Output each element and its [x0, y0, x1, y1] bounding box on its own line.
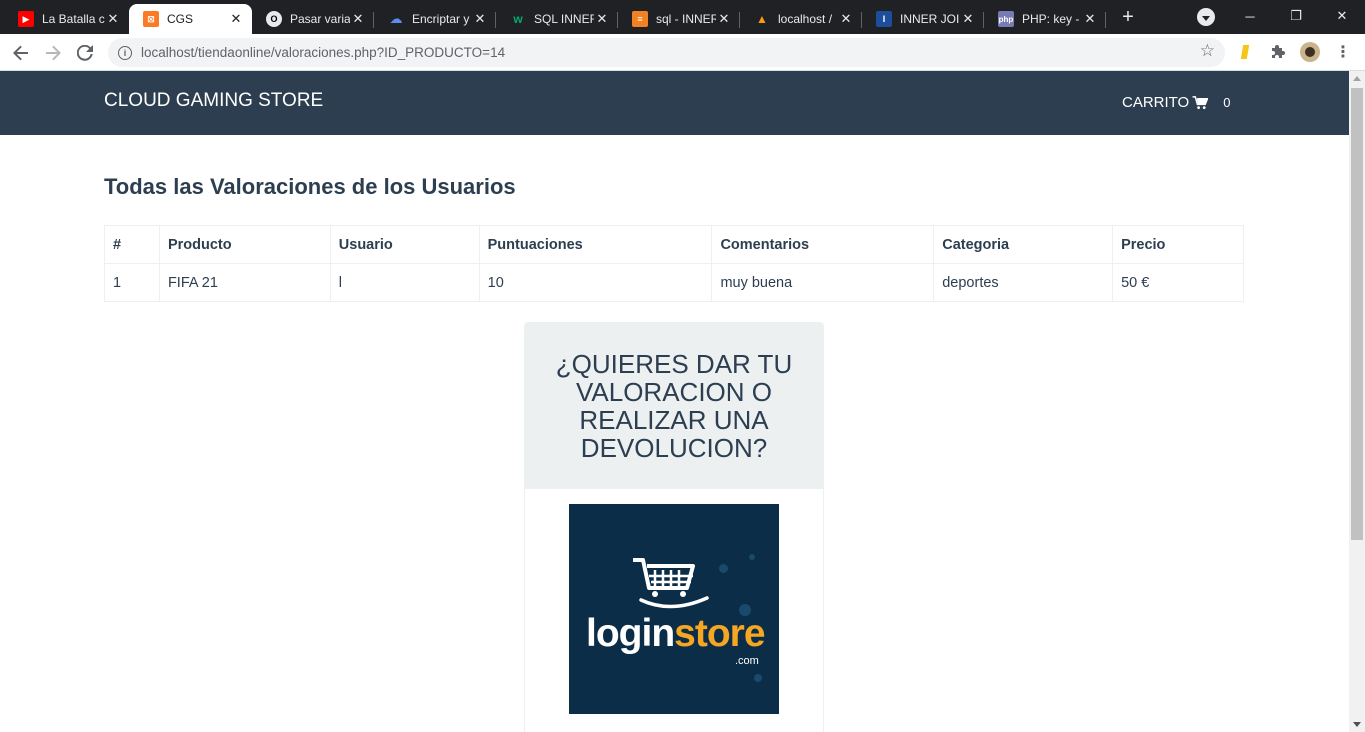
tab-title: La Batalla c	[42, 12, 105, 26]
logo-text-store: store	[674, 612, 765, 655]
shopping-cart-icon	[1192, 95, 1209, 109]
tab-pasar-variables[interactable]: O Pasar varial ✕	[252, 4, 374, 34]
table-row: 1 FIFA 21 l 10 muy buena deportes 50 €	[104, 263, 1244, 302]
tab-phpmyadmin[interactable]: ▲ localhost / ✕	[740, 4, 862, 34]
close-icon[interactable]: ✕	[350, 11, 366, 27]
page-viewport: CLOUD GAMING STORE CARRITO 0 Todas las V…	[0, 71, 1349, 732]
avatar[interactable]	[1300, 42, 1320, 62]
close-icon[interactable]: ✕	[1082, 11, 1098, 27]
address-bar[interactable]: i localhost/tiendaonline/valoraciones.ph…	[108, 38, 1225, 67]
table-cell: 50 €	[1112, 263, 1244, 302]
table-header-row: # Producto Usuario Puntuaciones Comentar…	[104, 225, 1244, 264]
forward-button[interactable]	[40, 40, 66, 66]
panel-title: ¿QUIERES DAR TU VALORACION O REALIZAR UN…	[555, 349, 793, 463]
close-icon[interactable]: ✕	[472, 11, 488, 27]
column-header: Categoria	[933, 225, 1114, 264]
column-header: Comentarios	[711, 225, 935, 264]
stackoverflow-icon: ≡	[632, 11, 648, 27]
column-header: Producto	[158, 225, 331, 264]
puzzle-icon[interactable]	[1268, 42, 1288, 62]
info-icon[interactable]: i	[118, 45, 132, 60]
url-text: localhost/tiendaonline/valoraciones.php?…	[141, 45, 506, 60]
w3schools-icon: w	[513, 12, 523, 26]
tab-inner-join[interactable]: I INNER JOIN ✕	[862, 4, 984, 34]
page-title: Todas las Valoraciones de los Usuarios	[104, 174, 516, 199]
loginstore-logo[interactable]: loginstore .com	[569, 504, 779, 714]
tab-title: Pasar varial	[290, 12, 350, 26]
page-scrollbar[interactable]	[1349, 71, 1365, 732]
scroll-thumb[interactable]	[1351, 88, 1363, 540]
close-icon[interactable]: ✕	[594, 11, 610, 27]
table-cell: deportes	[933, 263, 1114, 302]
tab-encriptar[interactable]: ☁ Encriptar y ✕	[374, 4, 496, 34]
column-header: Usuario	[329, 225, 480, 264]
tab-title: SQL INNER	[534, 12, 594, 26]
panel-header: ¿QUIERES DAR TU VALORACION O REALIZAR UN…	[525, 323, 823, 489]
arrow-left-icon	[13, 45, 28, 61]
tab-search-button[interactable]	[1197, 8, 1215, 26]
table-cell: FIFA 21	[158, 263, 331, 302]
tab-title: INNER JOIN	[900, 12, 960, 26]
menu-icon[interactable]: ⋮	[1333, 42, 1353, 62]
phpmyadmin-icon: ▲	[756, 12, 768, 26]
back-button[interactable]	[8, 40, 34, 66]
table-cell: l	[329, 263, 480, 302]
cart-link[interactable]: CARRITO 0	[1122, 94, 1230, 111]
tab-strip: ▶ La Batalla c ✕ ⊠ CGS ✕ O Pasar varial …	[0, 0, 1365, 34]
tab-title: PHP: key -	[1022, 12, 1080, 26]
cart-count: 0	[1223, 95, 1231, 110]
tab-title: CGS	[167, 12, 194, 26]
close-window-button[interactable]: ✕	[1319, 0, 1365, 32]
star-icon[interactable]: ☆	[1200, 41, 1215, 61]
bookmark-icon: I	[876, 11, 892, 27]
chevron-down-icon	[1202, 15, 1210, 21]
shopping-cart-icon	[633, 558, 709, 609]
close-icon[interactable]: ✕	[716, 11, 732, 27]
tab-cgs[interactable]: ⊠ CGS ✕	[129, 4, 252, 34]
tab-title: sql - INNER	[656, 12, 716, 26]
tab-stackoverflow[interactable]: ≡ sql - INNER ✕	[618, 4, 740, 34]
reload-icon	[77, 45, 93, 61]
column-header: #	[104, 225, 160, 264]
table-cell: 1	[104, 263, 160, 302]
tab-youtube[interactable]: ▶ La Batalla c ✕	[4, 4, 129, 34]
tab-php-key[interactable]: php PHP: key - ✕	[984, 4, 1106, 34]
browser-toolbar: i localhost/tiendaonline/valoraciones.ph…	[0, 34, 1365, 71]
new-tab-button[interactable]: +	[1117, 6, 1139, 28]
tab-sql-inner[interactable]: w SQL INNER ✕	[496, 4, 618, 34]
feedback-panel: ¿QUIERES DAR TU VALORACION O REALIZAR UN…	[524, 322, 824, 732]
scroll-up-icon[interactable]	[1353, 76, 1361, 81]
ratings-table: # Producto Usuario Puntuaciones Comentar…	[104, 225, 1244, 302]
cloud-icon: ☁	[389, 11, 403, 26]
restore-button[interactable]: ❐	[1273, 0, 1319, 32]
cart-label: CARRITO	[1122, 94, 1190, 111]
site-navbar: CLOUD GAMING STORE CARRITO 0	[0, 71, 1349, 135]
xampp-icon: ⊠	[143, 11, 159, 27]
youtube-icon: ▶	[18, 11, 34, 27]
arrow-right-icon	[46, 45, 61, 61]
close-icon[interactable]: ✕	[105, 11, 121, 27]
extension-icon[interactable]	[1235, 42, 1255, 62]
table-cell: 10	[478, 263, 713, 302]
logo-suffix: .com	[735, 655, 759, 667]
column-header: Puntuaciones	[478, 225, 713, 264]
tab-title: Encriptar y	[412, 12, 470, 26]
php-icon: php	[998, 11, 1014, 27]
brand-link[interactable]: CLOUD GAMING STORE	[104, 90, 323, 112]
tab-title: localhost /	[778, 12, 833, 26]
scroll-down-icon[interactable]	[1353, 722, 1361, 727]
reload-button[interactable]	[72, 40, 98, 66]
table-cell: muy buena	[711, 263, 935, 302]
close-icon[interactable]: ✕	[838, 11, 854, 27]
minimize-button[interactable]: ─	[1227, 0, 1273, 32]
column-header: Precio	[1112, 225, 1244, 264]
logo-text-login: login	[586, 612, 675, 655]
ring-icon: O	[266, 11, 282, 27]
close-icon[interactable]: ✕	[228, 11, 244, 27]
close-icon[interactable]: ✕	[960, 11, 976, 27]
